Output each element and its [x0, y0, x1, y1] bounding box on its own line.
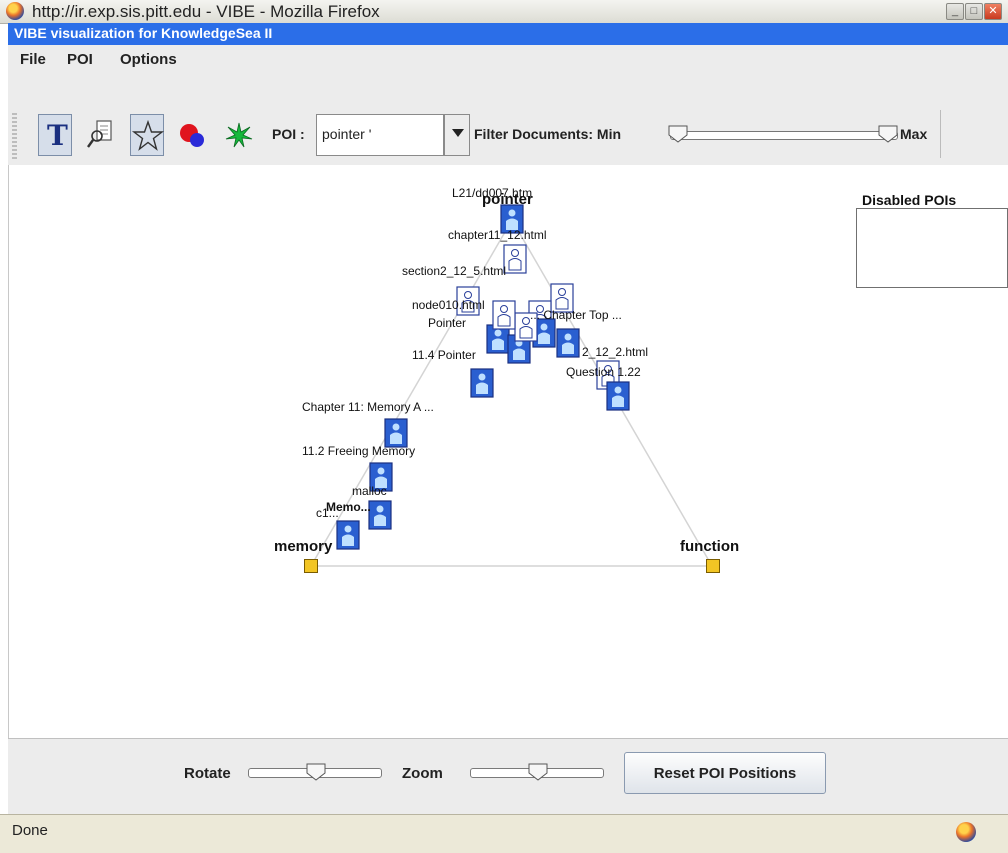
disabled-pois-title: Disabled POIs	[862, 192, 957, 208]
doc-label[interactable]: c1...	[316, 506, 339, 520]
disabled-pois-list[interactable]	[856, 208, 1008, 288]
doc-label[interactable]: chapter11_12.html	[448, 228, 547, 242]
poi-anchor-memory[interactable]	[304, 559, 318, 573]
doc-label[interactable]: 11.2 Freeing Memory	[302, 444, 415, 458]
document-icon[interactable]	[368, 500, 392, 530]
rotate-label: Rotate	[184, 765, 231, 782]
document-icon[interactable]	[492, 300, 516, 330]
poi-label-memory: memory	[274, 538, 333, 555]
doc-label[interactable]: node010.html	[412, 298, 485, 312]
poi-label-pointer: pointer	[482, 191, 533, 208]
doc-label[interactable]: section2_12_5.html	[402, 264, 506, 278]
poi-label-function: function	[680, 538, 740, 555]
doc-label[interactable]: malloc	[352, 484, 387, 498]
doc-label[interactable]: 11.4 Pointer	[412, 348, 476, 362]
doc-label[interactable]: Question 1.22	[566, 365, 641, 379]
document-icon[interactable]	[556, 328, 580, 358]
document-icon[interactable]	[470, 368, 494, 398]
doc-label[interactable]: ... Chapter Top ...	[530, 308, 622, 322]
zoom-label: Zoom	[402, 765, 443, 782]
doc-label[interactable]: Pointer	[428, 316, 466, 330]
zoom-slider-thumb[interactable]	[528, 763, 548, 781]
document-icon[interactable]	[503, 244, 527, 274]
doc-label[interactable]: 2_12_2.html	[582, 345, 648, 359]
firefox-status-icon	[956, 822, 976, 842]
reset-poi-positions-button[interactable]: Reset POI Positions	[624, 752, 826, 794]
rotate-slider-thumb[interactable]	[306, 763, 326, 781]
status-bar	[0, 814, 1008, 853]
poi-anchor-function[interactable]	[706, 559, 720, 573]
status-text: Done	[12, 822, 48, 839]
doc-label[interactable]: Chapter 11: Memory A ...	[302, 400, 434, 414]
document-icon[interactable]	[606, 381, 630, 411]
document-icon[interactable]	[336, 520, 360, 550]
poi-triangle	[310, 219, 713, 567]
